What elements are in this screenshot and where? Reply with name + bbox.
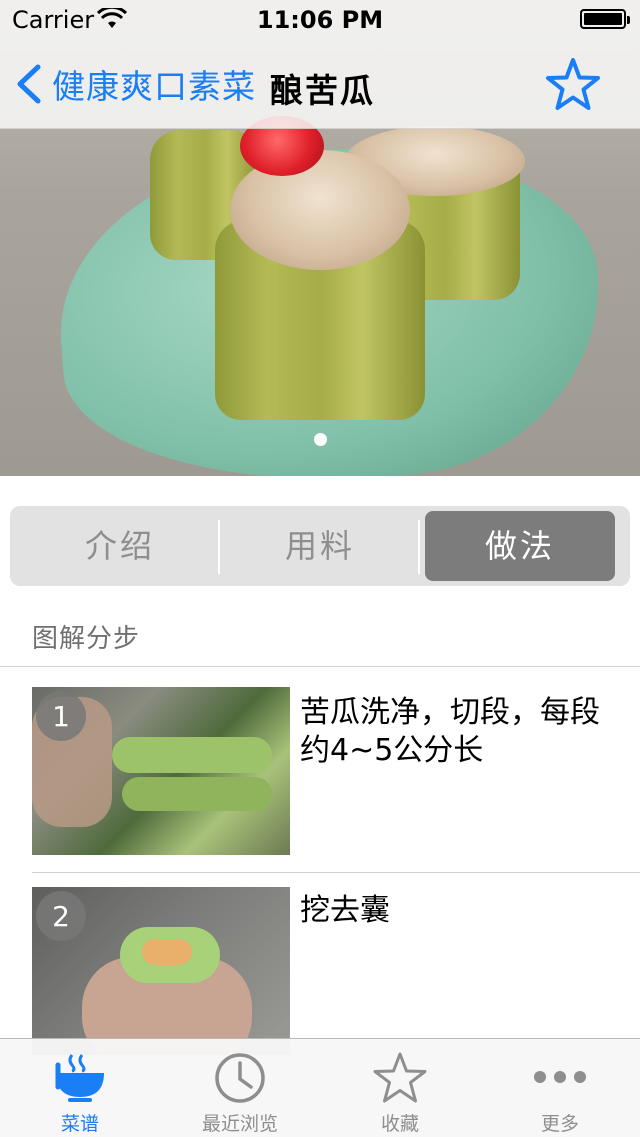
step-description: 挖去囊 bbox=[300, 893, 390, 928]
segmented-control: 介绍 用料 做法 bbox=[10, 506, 630, 586]
tab-recipes[interactable]: 菜谱 bbox=[0, 1039, 160, 1137]
back-button-label: 健康爽口素菜 bbox=[52, 67, 256, 106]
section-header: 图解分步 bbox=[32, 624, 141, 654]
more-dots-icon bbox=[534, 1071, 586, 1083]
page-indicator-dot bbox=[314, 433, 327, 446]
tab-label: 菜谱 bbox=[60, 1113, 99, 1135]
tab-label: 最近浏览 bbox=[201, 1113, 278, 1135]
step-row[interactable]: 2 挖去囊 bbox=[0, 872, 640, 1055]
battery-icon bbox=[580, 9, 630, 29]
step-photo: 1 bbox=[32, 687, 290, 855]
bowl-icon bbox=[55, 1054, 104, 1102]
segment-divider bbox=[418, 520, 420, 574]
tab-label: 收藏 bbox=[380, 1113, 419, 1135]
status-time: 11:06 PM bbox=[256, 6, 384, 34]
status-bar: Carrier 11:06 PM bbox=[0, 0, 640, 40]
back-button[interactable]: 健康爽口素菜 bbox=[14, 60, 256, 108]
tab-more[interactable]: 更多 bbox=[480, 1039, 640, 1137]
navigation-bar: Carrier 11:06 PM 健康爽口素菜 酿苦瓜 bbox=[0, 0, 640, 129]
seed-illustration bbox=[142, 939, 192, 965]
tab-recent[interactable]: 最近浏览 bbox=[160, 1039, 320, 1137]
clock-icon bbox=[215, 1053, 265, 1103]
chevron-left-icon bbox=[17, 64, 41, 104]
segment-intro[interactable]: 介绍 bbox=[20, 506, 220, 586]
bitter-melon-illustration bbox=[122, 777, 272, 811]
step-number-badge: 2 bbox=[36, 891, 86, 941]
step-row[interactable]: 1 苦瓜洗净，切段，每段约4~5公分长 bbox=[0, 666, 640, 872]
page-title: 酿苦瓜 bbox=[270, 71, 375, 110]
segment-method[interactable]: 做法 bbox=[425, 511, 615, 581]
tab-bar: 菜谱 最近浏览 收藏 更多 bbox=[0, 1038, 640, 1137]
step-photo: 2 bbox=[32, 887, 290, 1055]
star-icon bbox=[373, 1052, 427, 1103]
step-description: 苦瓜洗净，切段，每段约4~5公分长 bbox=[300, 695, 600, 768]
tab-favorites[interactable]: 收藏 bbox=[320, 1039, 480, 1137]
bitter-melon-illustration bbox=[112, 737, 272, 773]
step-number-badge: 1 bbox=[36, 691, 86, 741]
segment-ingredients[interactable]: 用料 bbox=[220, 506, 420, 586]
favorite-star-icon[interactable] bbox=[544, 56, 602, 114]
tab-label: 更多 bbox=[540, 1113, 579, 1135]
